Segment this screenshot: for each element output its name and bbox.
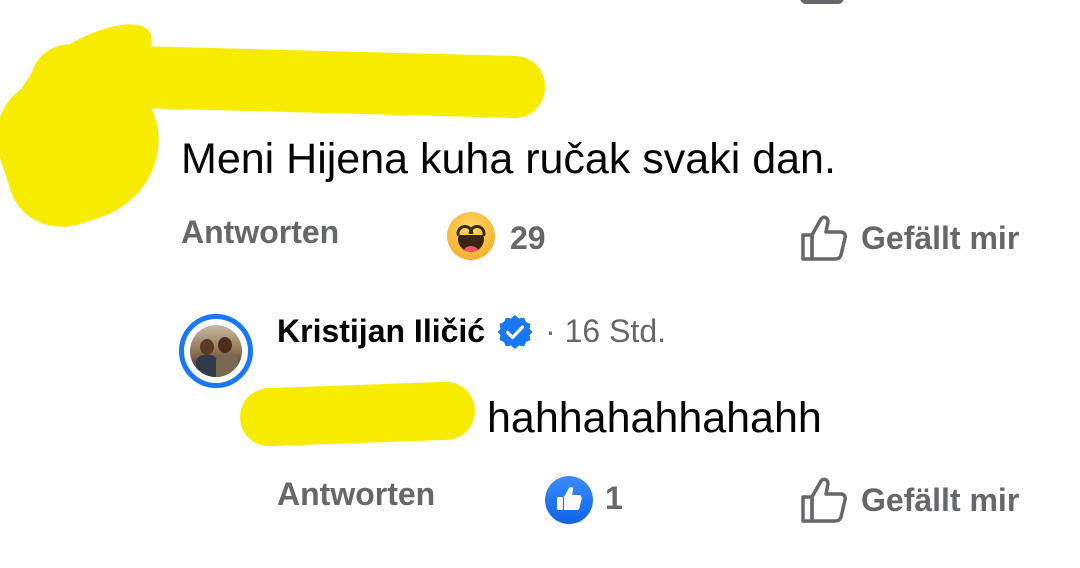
thumbs-up-outline-icon [801, 477, 847, 523]
reply-header: Kristijan Iličić · 16 Std. [277, 313, 666, 350]
reaction-count[interactable]: 1 [605, 480, 623, 517]
avatar-photo [190, 325, 242, 377]
reply-button[interactable]: Antworten [181, 214, 339, 251]
reaction-count[interactable]: 29 [510, 220, 546, 257]
avatar[interactable] [179, 314, 253, 388]
like-label: Gefällt mir [861, 219, 1020, 256]
verified-badge-icon [497, 314, 533, 349]
like-button[interactable]: Gefällt mir [799, 475, 1019, 525]
timestamp: · 16 Std. [545, 313, 667, 349]
reply-button[interactable]: Antworten [277, 476, 435, 513]
partial-icon [800, 0, 844, 4]
haha-emoji-icon[interactable] [447, 212, 495, 260]
redaction-scribble [239, 380, 476, 448]
like-reaction-icon[interactable] [545, 476, 593, 524]
reply-text: hahhahahhahahh [487, 394, 822, 442]
like-label: Gefällt mir [861, 481, 1020, 518]
like-button[interactable]: Gefällt mir [799, 213, 1019, 263]
author-name[interactable]: Kristijan Iličić [277, 313, 485, 350]
comment-text: Meni Hijena kuha ručak svaki dan. [181, 135, 836, 183]
thumbs-up-outline-icon [801, 215, 847, 261]
